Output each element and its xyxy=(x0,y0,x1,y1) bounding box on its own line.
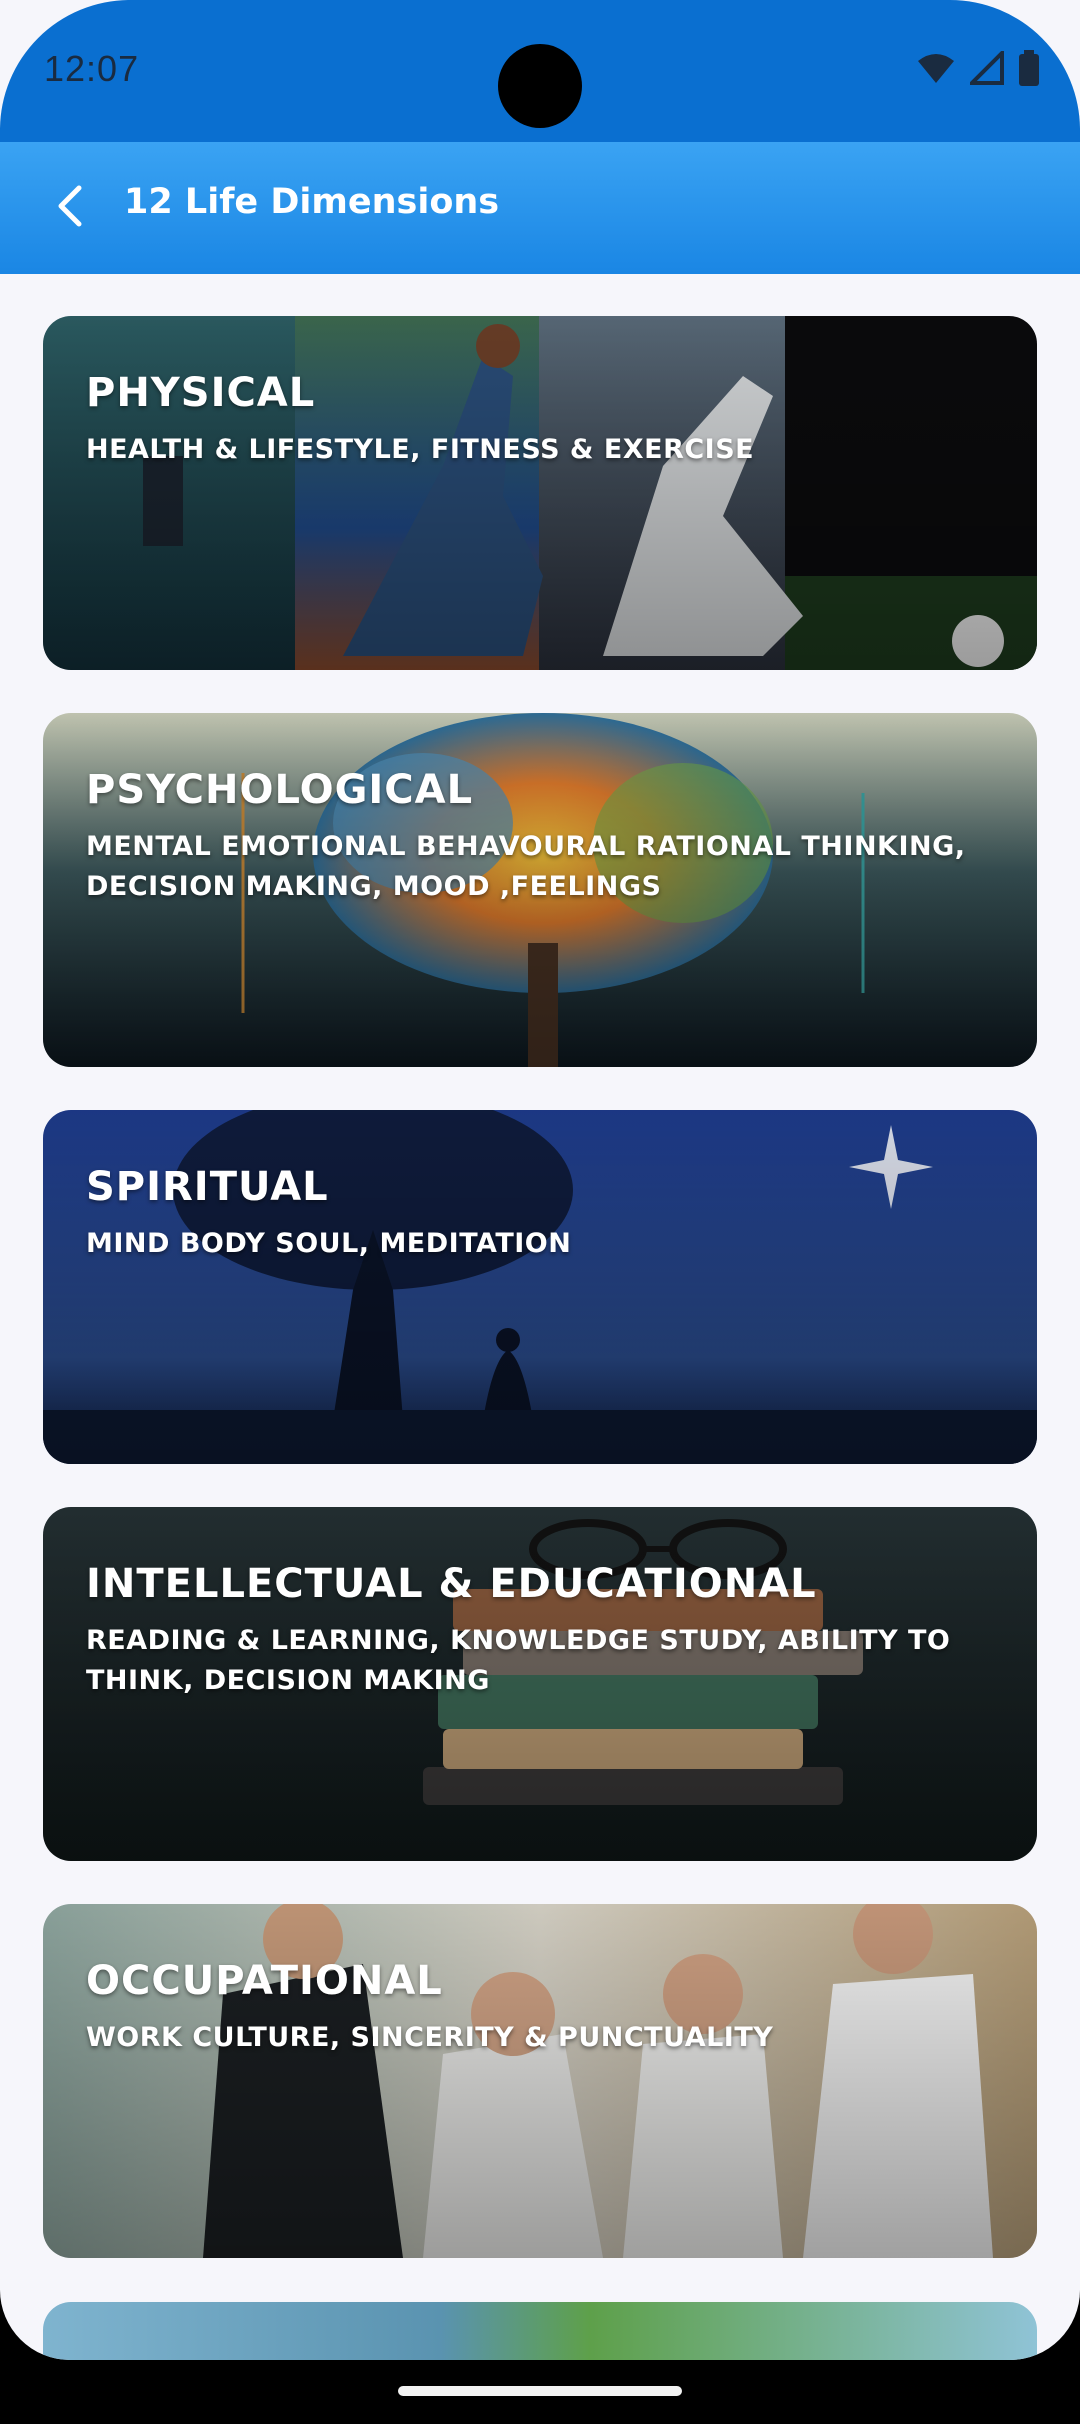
dimension-list[interactable]: PHYSICAL HEALTH & LIFESTYLE, FITNESS & E… xyxy=(43,316,1037,2301)
status-time: 12:07 xyxy=(44,48,140,89)
app-screen: 12:07 12 Life Dimensions PHYSICAL HEALTH… xyxy=(0,0,1080,2360)
device-frame: 12:07 12 Life Dimensions PHYSICAL HEALTH… xyxy=(0,0,1080,2424)
camera-cutout xyxy=(498,44,582,128)
card-title: OCCUPATIONAL xyxy=(86,1958,443,2004)
dimension-card-psychological[interactable]: PSYCHOLOGICAL MENTAL EMOTIONAL BEHAVOURA… xyxy=(43,713,1037,1067)
card-text: PSYCHOLOGICAL MENTAL EMOTIONAL BEHAVOURA… xyxy=(86,765,997,907)
card-title: PSYCHOLOGICAL xyxy=(86,767,474,813)
app-bar: 12 Life Dimensions xyxy=(0,142,1080,274)
dimension-card-intellectual-educational[interactable]: INTELLECTUAL & EDUCATIONAL READING & LEA… xyxy=(43,1507,1037,1861)
status-bar: 12:07 xyxy=(0,0,1080,142)
dimension-card-partial[interactable] xyxy=(43,2302,1037,2360)
status-icons xyxy=(916,48,1040,90)
dimension-card-physical[interactable]: PHYSICAL HEALTH & LIFESTYLE, FITNESS & E… xyxy=(43,316,1037,670)
card-text: OCCUPATIONAL WORK CULTURE, SINCERITY & P… xyxy=(86,1956,997,2058)
card-subtitle: MIND BODY SOUL, MEDITATION xyxy=(86,1228,572,1259)
card-title: PHYSICAL xyxy=(86,370,316,416)
home-indicator[interactable] xyxy=(398,2386,682,2396)
card-subtitle: MENTAL EMOTIONAL BEHAVOURAL RATIONAL THI… xyxy=(86,831,966,902)
card-text: PHYSICAL HEALTH & LIFESTYLE, FITNESS & E… xyxy=(86,368,997,470)
battery-icon xyxy=(1018,50,1040,90)
card-subtitle: HEALTH & LIFESTYLE, FITNESS & EXERCISE xyxy=(86,434,755,465)
wifi-icon xyxy=(916,51,956,89)
chevron-left-icon xyxy=(55,184,85,232)
card-title: INTELLECTUAL & EDUCATIONAL xyxy=(86,1561,817,1607)
card-subtitle: READING & LEARNING, KNOWLEDGE STUDY, ABI… xyxy=(86,1625,951,1696)
cellular-signal-icon xyxy=(967,48,1004,89)
dimension-card-spiritual[interactable]: SPIRITUAL MIND BODY SOUL, MEDITATION xyxy=(43,1110,1037,1464)
card-text: SPIRITUAL MIND BODY SOUL, MEDITATION xyxy=(86,1162,997,1264)
card-text: INTELLECTUAL & EDUCATIONAL READING & LEA… xyxy=(86,1559,997,1701)
card-subtitle: WORK CULTURE, SINCERITY & PUNCTUALITY xyxy=(86,2022,774,2053)
page-title: 12 Life Dimensions xyxy=(124,182,500,222)
back-button[interactable] xyxy=(40,178,100,238)
dimension-card-occupational[interactable]: OCCUPATIONAL WORK CULTURE, SINCERITY & P… xyxy=(43,1904,1037,2258)
card-title: SPIRITUAL xyxy=(86,1164,329,1210)
